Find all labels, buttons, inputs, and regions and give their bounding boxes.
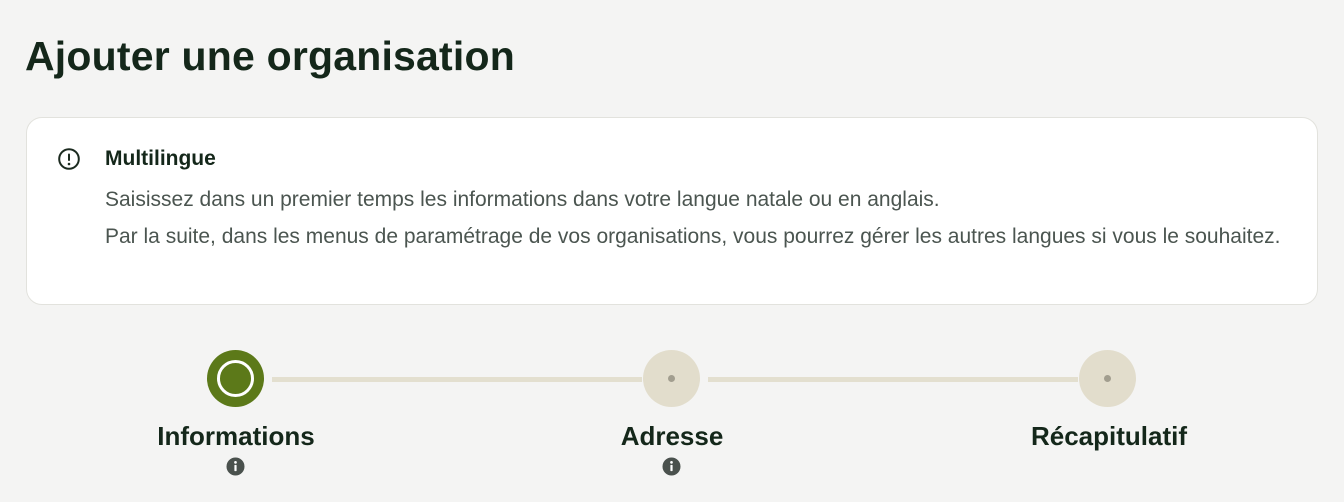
step-adresse-indicator[interactable] bbox=[643, 350, 700, 407]
notice-title: Multilingue bbox=[105, 147, 216, 170]
info-circle-icon[interactable] bbox=[226, 457, 245, 476]
pending-dot-icon bbox=[1104, 375, 1111, 382]
multilingual-notice: Multilingue Saisissez dans un premier te… bbox=[26, 117, 1318, 305]
notice-body: Saisissez dans un premier temps les info… bbox=[105, 181, 1285, 255]
step-informations-indicator[interactable] bbox=[207, 350, 264, 407]
active-ring-icon bbox=[217, 360, 254, 397]
step-label-informations[interactable]: Informations bbox=[106, 420, 366, 452]
info-circle-icon[interactable] bbox=[662, 457, 681, 476]
step-label-recapitulatif[interactable]: Récapitulatif bbox=[979, 420, 1239, 452]
step-recapitulatif-indicator[interactable] bbox=[1079, 350, 1136, 407]
notice-line: Par la suite, dans les menus de paramétr… bbox=[105, 225, 1281, 248]
step-connector bbox=[272, 377, 642, 382]
page-title: Ajouter une organisation bbox=[25, 33, 515, 79]
notice-line: Saisissez dans un premier temps les info… bbox=[105, 188, 940, 211]
pending-dot-icon bbox=[668, 375, 675, 382]
step-connector bbox=[708, 377, 1078, 382]
step-label-adresse[interactable]: Adresse bbox=[542, 420, 802, 452]
exclamation-circle-icon bbox=[58, 148, 80, 170]
stepper: Informations Adresse Récapitulatif bbox=[0, 340, 1344, 502]
